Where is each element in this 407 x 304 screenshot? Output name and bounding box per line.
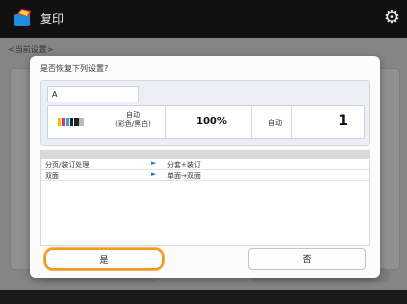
copies-value: 1 — [338, 113, 348, 129]
restore-settings-dialog: 是否恢复下列设置? A 自动 (彩色/黑白) 100% 自动 1 分页/装订处理… — [30, 56, 380, 278]
copies-cell: 1 — [292, 106, 364, 138]
paper-value: 自动 — [268, 119, 282, 127]
settings-list: 分页/装订处理 ► 分套+装订 双面 ► 单面→双面 — [40, 150, 370, 246]
color-mode-cell: 自动 (彩色/黑白) — [48, 106, 166, 138]
arrow-right-icon: ► — [151, 159, 157, 167]
arrow-right-icon: ► — [151, 170, 157, 178]
setting-value: 单面→双面 — [167, 172, 201, 180]
bottom-bar — [0, 290, 407, 304]
zoom-value: 100% — [196, 116, 227, 127]
list-header — [41, 151, 369, 159]
settings-summary-panel: A 自动 (彩色/黑白) 100% 自动 1 — [40, 80, 370, 146]
gear-icon[interactable]: ⚙ — [382, 8, 402, 28]
settings-summary-row: 自动 (彩色/黑白) 100% 自动 1 — [47, 105, 365, 139]
setting-label: 双面 — [45, 172, 59, 180]
setting-label: 分页/装订处理 — [45, 161, 90, 169]
paper-cell: 自动 — [252, 106, 292, 138]
dialog-message: 是否恢复下列设置? — [40, 64, 109, 73]
setting-value: 分套+装订 — [167, 161, 201, 169]
list-item: 双面 ► 单面→双面 — [41, 170, 369, 181]
black-white-icon — [74, 118, 84, 126]
no-button[interactable]: 否 — [248, 248, 366, 270]
color-mode-label: 自动 (彩色/黑白) — [115, 111, 151, 128]
color-mode-icon — [58, 118, 73, 126]
list-item: 分页/装订处理 ► 分套+装订 — [41, 159, 369, 170]
zoom-cell: 100% — [166, 106, 252, 138]
copy-app-icon — [14, 9, 31, 26]
top-bar: 复印 ⚙ — [0, 0, 407, 38]
yes-button[interactable]: 是 — [44, 248, 164, 270]
app-title: 复印 — [40, 12, 65, 26]
settings-tab: A — [47, 86, 139, 102]
